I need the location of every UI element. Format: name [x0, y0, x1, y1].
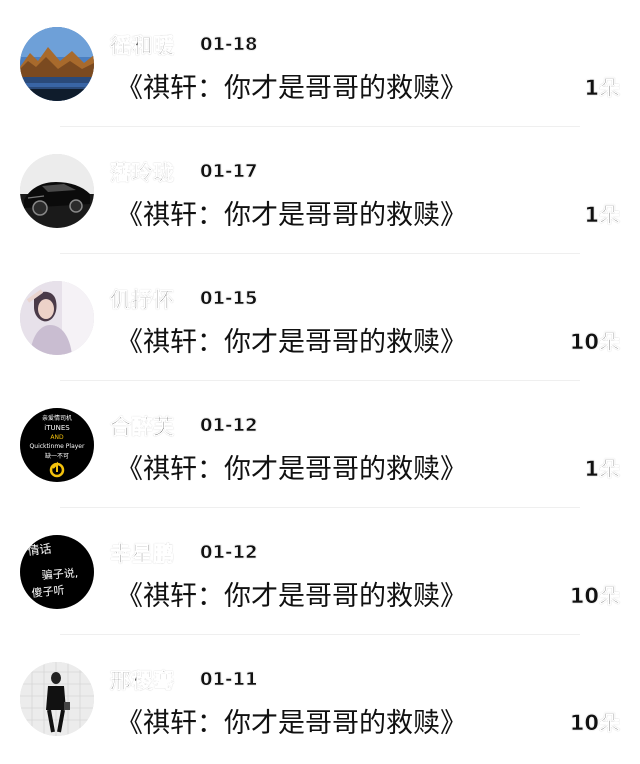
svg-text:亲爱情司机: 亲爱情司机	[42, 414, 72, 422]
flower-count: 10朵	[569, 330, 620, 355]
svg-text:Quicktinme Player: Quicktinme Player	[30, 443, 85, 450]
portrait-photo-icon	[20, 281, 94, 355]
text-logo-icon: 亲爱情司机 iTUNES AND Quicktinme Player 缺一不可	[20, 408, 94, 482]
story-title[interactable]: 《祺轩：你才是哥哥的救赎》	[116, 447, 467, 486]
list-item[interactable]: 情话 骗子说, 傻子听 幸星鹏 01-12 《祺轩：你才是哥哥的救赎》 10朵	[0, 508, 640, 635]
user-name[interactable]: 邢稷骞	[110, 665, 175, 695]
avatar[interactable]	[20, 281, 94, 355]
svg-text:AND: AND	[50, 434, 64, 441]
list-item[interactable]: 邢稷骞 01-11 《祺轩：你才是哥哥的救赎》 10朵	[0, 635, 640, 762]
svg-text:iTUNES: iTUNES	[44, 424, 70, 432]
flower-count: 10朵	[569, 711, 620, 736]
avatar[interactable]	[20, 662, 94, 736]
list-item[interactable]: 藩玲珑 01-17 《祺轩：你才是哥哥的救赎》 1朵	[0, 127, 640, 254]
flower-count: 1朵	[584, 76, 620, 101]
avatar[interactable]	[20, 27, 94, 101]
post-date: 01-12	[200, 542, 258, 564]
gift-list: 徭和暖 01-18 《祺轩：你才是哥哥的救赎》 1朵 藩玲珑 01-17 《祺轩…	[0, 0, 640, 764]
post-date: 01-11	[200, 669, 258, 691]
avatar[interactable]: 亲爱情司机 iTUNES AND Quicktinme Player 缺一不可	[20, 408, 94, 482]
story-title[interactable]: 《祺轩：你才是哥哥的救赎》	[116, 193, 467, 232]
list-item[interactable]: 亲爱情司机 iTUNES AND Quicktinme Player 缺一不可 …	[0, 381, 640, 508]
flower-count: 1朵	[584, 203, 620, 228]
svg-text:情话: 情话	[27, 542, 52, 558]
svg-text:缺一不可: 缺一不可	[45, 452, 69, 460]
user-name[interactable]: 藩玲珑	[110, 157, 175, 187]
post-date: 01-12	[200, 415, 258, 437]
sports-car-icon	[20, 154, 94, 228]
landscape-photo-icon	[20, 27, 94, 101]
avatar[interactable]	[20, 154, 94, 228]
person-photo-icon	[20, 662, 94, 736]
list-item[interactable]: 仉抒怀 01-15 《祺轩：你才是哥哥的救赎》 10朵	[0, 254, 640, 381]
post-date: 01-17	[200, 161, 258, 183]
story-title[interactable]: 《祺轩：你才是哥哥的救赎》	[116, 574, 467, 613]
story-title[interactable]: 《祺轩：你才是哥哥的救赎》	[116, 320, 467, 359]
user-name[interactable]: 幸星鹏	[110, 538, 175, 568]
flower-count: 10朵	[569, 584, 620, 609]
user-name[interactable]: 徭和暖	[110, 30, 175, 60]
avatar[interactable]: 情话 骗子说, 傻子听	[20, 535, 94, 609]
post-date: 01-18	[200, 34, 258, 56]
story-title[interactable]: 《祺轩：你才是哥哥的救赎》	[116, 66, 467, 105]
post-date: 01-15	[200, 288, 258, 310]
handwriting-icon: 情话 骗子说, 傻子听	[20, 535, 94, 609]
svg-text:骗子说,: 骗子说,	[41, 565, 78, 582]
user-name[interactable]: 合醉芙	[110, 411, 175, 441]
user-name[interactable]: 仉抒怀	[110, 284, 175, 314]
flower-count: 1朵	[584, 457, 620, 482]
story-title[interactable]: 《祺轩：你才是哥哥的救赎》	[116, 701, 467, 740]
list-item[interactable]: 徭和暖 01-18 《祺轩：你才是哥哥的救赎》 1朵	[0, 0, 640, 127]
